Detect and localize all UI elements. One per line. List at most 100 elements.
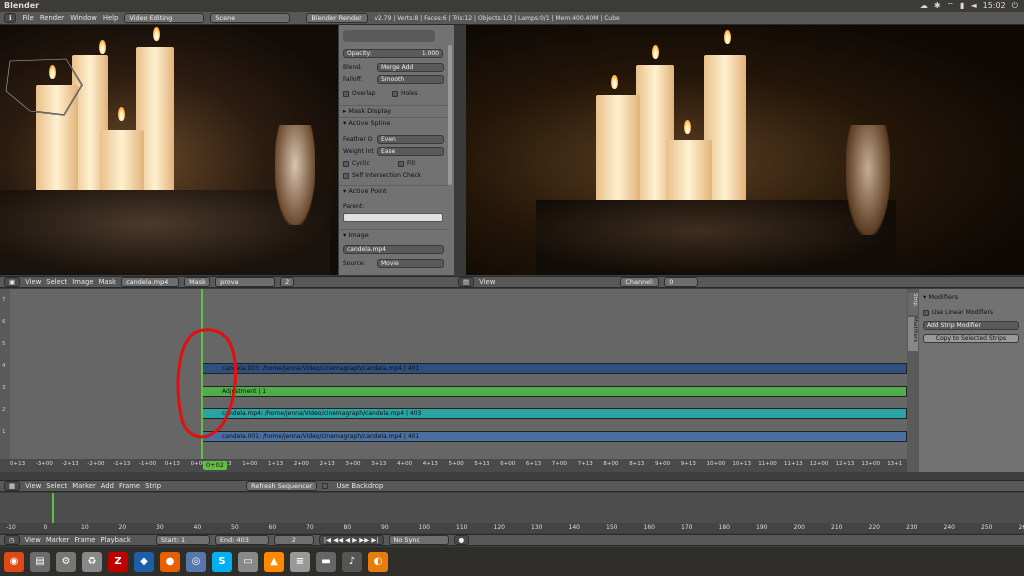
- tab-strip[interactable]: Strip: [908, 293, 918, 315]
- skype-icon[interactable]: S: [212, 551, 232, 572]
- image-select[interactable]: candela.mp4: [121, 277, 180, 287]
- vlc-icon[interactable]: ▲: [264, 551, 284, 572]
- channel-field[interactable]: 0: [664, 277, 699, 287]
- weight-select[interactable]: Ease: [377, 147, 444, 156]
- self-intersection-checkbox[interactable]: [343, 172, 349, 179]
- add-strip-modifier-select[interactable]: Add Strip Modifier: [923, 321, 1019, 330]
- mask-spline-overlay[interactable]: [0, 25, 338, 275]
- editor-type-icon[interactable]: ▤: [458, 277, 475, 287]
- image-editor-viewport[interactable]: [0, 25, 338, 275]
- image-section[interactable]: ▾ Image: [339, 229, 447, 240]
- render-engine-select[interactable]: Blender Render: [306, 13, 369, 23]
- dropbox-icon[interactable]: ☁: [920, 1, 928, 11]
- timeline-editor[interactable]: -10 0 10 20 30 40 50 60 70 80 90 100 110 120 130 140 150…: [0, 493, 1024, 533]
- strip[interactable]: candela.mp4: /home/jenna/Video/cinemagra…: [201, 408, 907, 419]
- menu-view[interactable]: View: [25, 278, 41, 286]
- use-linear-checkbox[interactable]: [923, 309, 929, 316]
- source-select[interactable]: Movie: [377, 259, 444, 268]
- table-surface: [536, 200, 896, 275]
- menu-render[interactable]: Render: [40, 14, 64, 22]
- screen-layout-select[interactable]: Video Editing: [124, 13, 205, 23]
- menu-image[interactable]: Image: [72, 278, 93, 286]
- blend-select[interactable]: Merge Add: [377, 63, 444, 72]
- weight-label: Weight Int: [343, 148, 374, 155]
- copy-to-selected-button[interactable]: Copy to Selected Strips: [923, 334, 1019, 343]
- strip[interactable]: Adjustment | 1: [201, 386, 907, 397]
- current-frame-field[interactable]: 2: [273, 535, 314, 545]
- settings-icon[interactable]: ⚙: [56, 551, 76, 572]
- files-icon[interactable]: ▤: [30, 551, 50, 572]
- use-backdrop-checkbox[interactable]: [322, 483, 329, 489]
- drive-icon[interactable]: ▭: [238, 551, 258, 572]
- falloff-select[interactable]: Smooth: [377, 75, 444, 84]
- wifi-icon[interactable]: ⌔: [947, 1, 955, 11]
- mode-select[interactable]: Mask: [184, 277, 211, 287]
- mask-select[interactable]: prova: [215, 277, 276, 287]
- menu-marker[interactable]: Marker: [72, 482, 96, 490]
- mask-users[interactable]: 2: [280, 277, 295, 287]
- text-editor-icon[interactable]: ≡: [290, 551, 310, 572]
- menu-frame[interactable]: Frame: [74, 536, 95, 544]
- menu-select[interactable]: Select: [46, 278, 67, 286]
- parent-field[interactable]: [343, 213, 443, 222]
- clock[interactable]: 15:02: [983, 1, 1006, 11]
- menu-window[interactable]: Window: [70, 14, 97, 22]
- menu-view[interactable]: View: [479, 278, 495, 286]
- strip[interactable]: candela.003: /home/jenna/Video/cinemagra…: [201, 363, 907, 374]
- cyclic-checkbox[interactable]: [343, 160, 349, 167]
- panel-scrollbar[interactable]: [448, 45, 452, 185]
- menu-file[interactable]: File: [22, 14, 33, 22]
- sync-select[interactable]: No Sync: [388, 535, 449, 545]
- menu-add[interactable]: Add: [101, 482, 114, 490]
- layer-slot[interactable]: [343, 30, 435, 42]
- filezilla-icon[interactable]: Z: [108, 551, 128, 572]
- sequencer-timeline[interactable]: 7 6 5 4 3 2 1 candela.003: /home/jenna/Video/c…: [0, 289, 907, 472]
- volume-icon[interactable]: ◄: [970, 1, 976, 11]
- menu-frame[interactable]: Frame: [119, 482, 140, 490]
- active-spline-section[interactable]: ▾ Active Spline: [339, 117, 447, 128]
- bluetooth-icon[interactable]: ✱: [934, 1, 941, 11]
- mask-display-section[interactable]: ▸ Mask Display: [339, 105, 447, 116]
- feather-label: Feather O: [343, 136, 373, 143]
- editor-type-icon[interactable]: ▣: [4, 277, 21, 287]
- blender-icon[interactable]: ◐: [368, 551, 388, 572]
- end-frame-field[interactable]: End: 403: [214, 535, 269, 545]
- playback-controls[interactable]: |◀ ◀◀ ◀ ▶ ▶▶ ▶|: [318, 535, 384, 545]
- strip[interactable]: candela.001: /home/jenna/Video/cinemagra…: [201, 431, 907, 442]
- virtualbox-icon[interactable]: ◆: [134, 551, 154, 572]
- menu-select[interactable]: Select: [46, 482, 67, 490]
- sequencer-preview[interactable]: [466, 25, 1024, 275]
- record-icon[interactable]: ●: [453, 535, 470, 545]
- menu-mask[interactable]: Mask: [99, 278, 117, 286]
- editor-type-icon[interactable]: ℹ: [4, 13, 17, 23]
- battery-icon[interactable]: ▮: [960, 1, 964, 11]
- feather-select[interactable]: Even: [377, 135, 444, 144]
- firefox-icon[interactable]: ●: [160, 551, 180, 572]
- scene-select[interactable]: Scene: [210, 13, 291, 23]
- menu-view[interactable]: View: [25, 482, 41, 490]
- opacity-field[interactable]: Opacity: 1.000: [343, 49, 443, 58]
- scanner-icon[interactable]: ▬: [316, 551, 336, 572]
- tab-modifiers[interactable]: Modifiers: [908, 317, 918, 351]
- fill-checkbox[interactable]: [398, 160, 404, 167]
- start-frame-field[interactable]: Start: 1: [155, 535, 210, 545]
- trash-icon[interactable]: ♻: [82, 551, 102, 572]
- menu-playback[interactable]: Playback: [101, 536, 131, 544]
- app-icon[interactable]: ◎: [186, 551, 206, 572]
- editor-type-icon[interactable]: ◷: [4, 535, 20, 545]
- ubuntu-icon[interactable]: ◉: [4, 551, 24, 572]
- refresh-sequencer-button[interactable]: Refresh Sequencer: [246, 481, 318, 491]
- power-icon[interactable]: ⏻: [1012, 1, 1018, 11]
- holes-checkbox[interactable]: [392, 90, 398, 97]
- audio-icon[interactable]: ♪: [342, 551, 362, 572]
- modifiers-header[interactable]: ▾ Modifiers: [923, 293, 958, 301]
- menu-strip[interactable]: Strip: [145, 482, 161, 490]
- image-select[interactable]: candela.mp4: [343, 245, 444, 254]
- menu-help[interactable]: Help: [103, 14, 119, 22]
- playhead-label[interactable]: 0+02: [203, 461, 227, 470]
- editor-type-icon[interactable]: ▦: [4, 481, 21, 491]
- menu-marker[interactable]: Marker: [46, 536, 70, 544]
- menu-view[interactable]: View: [25, 536, 41, 544]
- active-point-section[interactable]: ▾ Active Point: [339, 185, 447, 196]
- overlap-checkbox[interactable]: [343, 90, 349, 97]
